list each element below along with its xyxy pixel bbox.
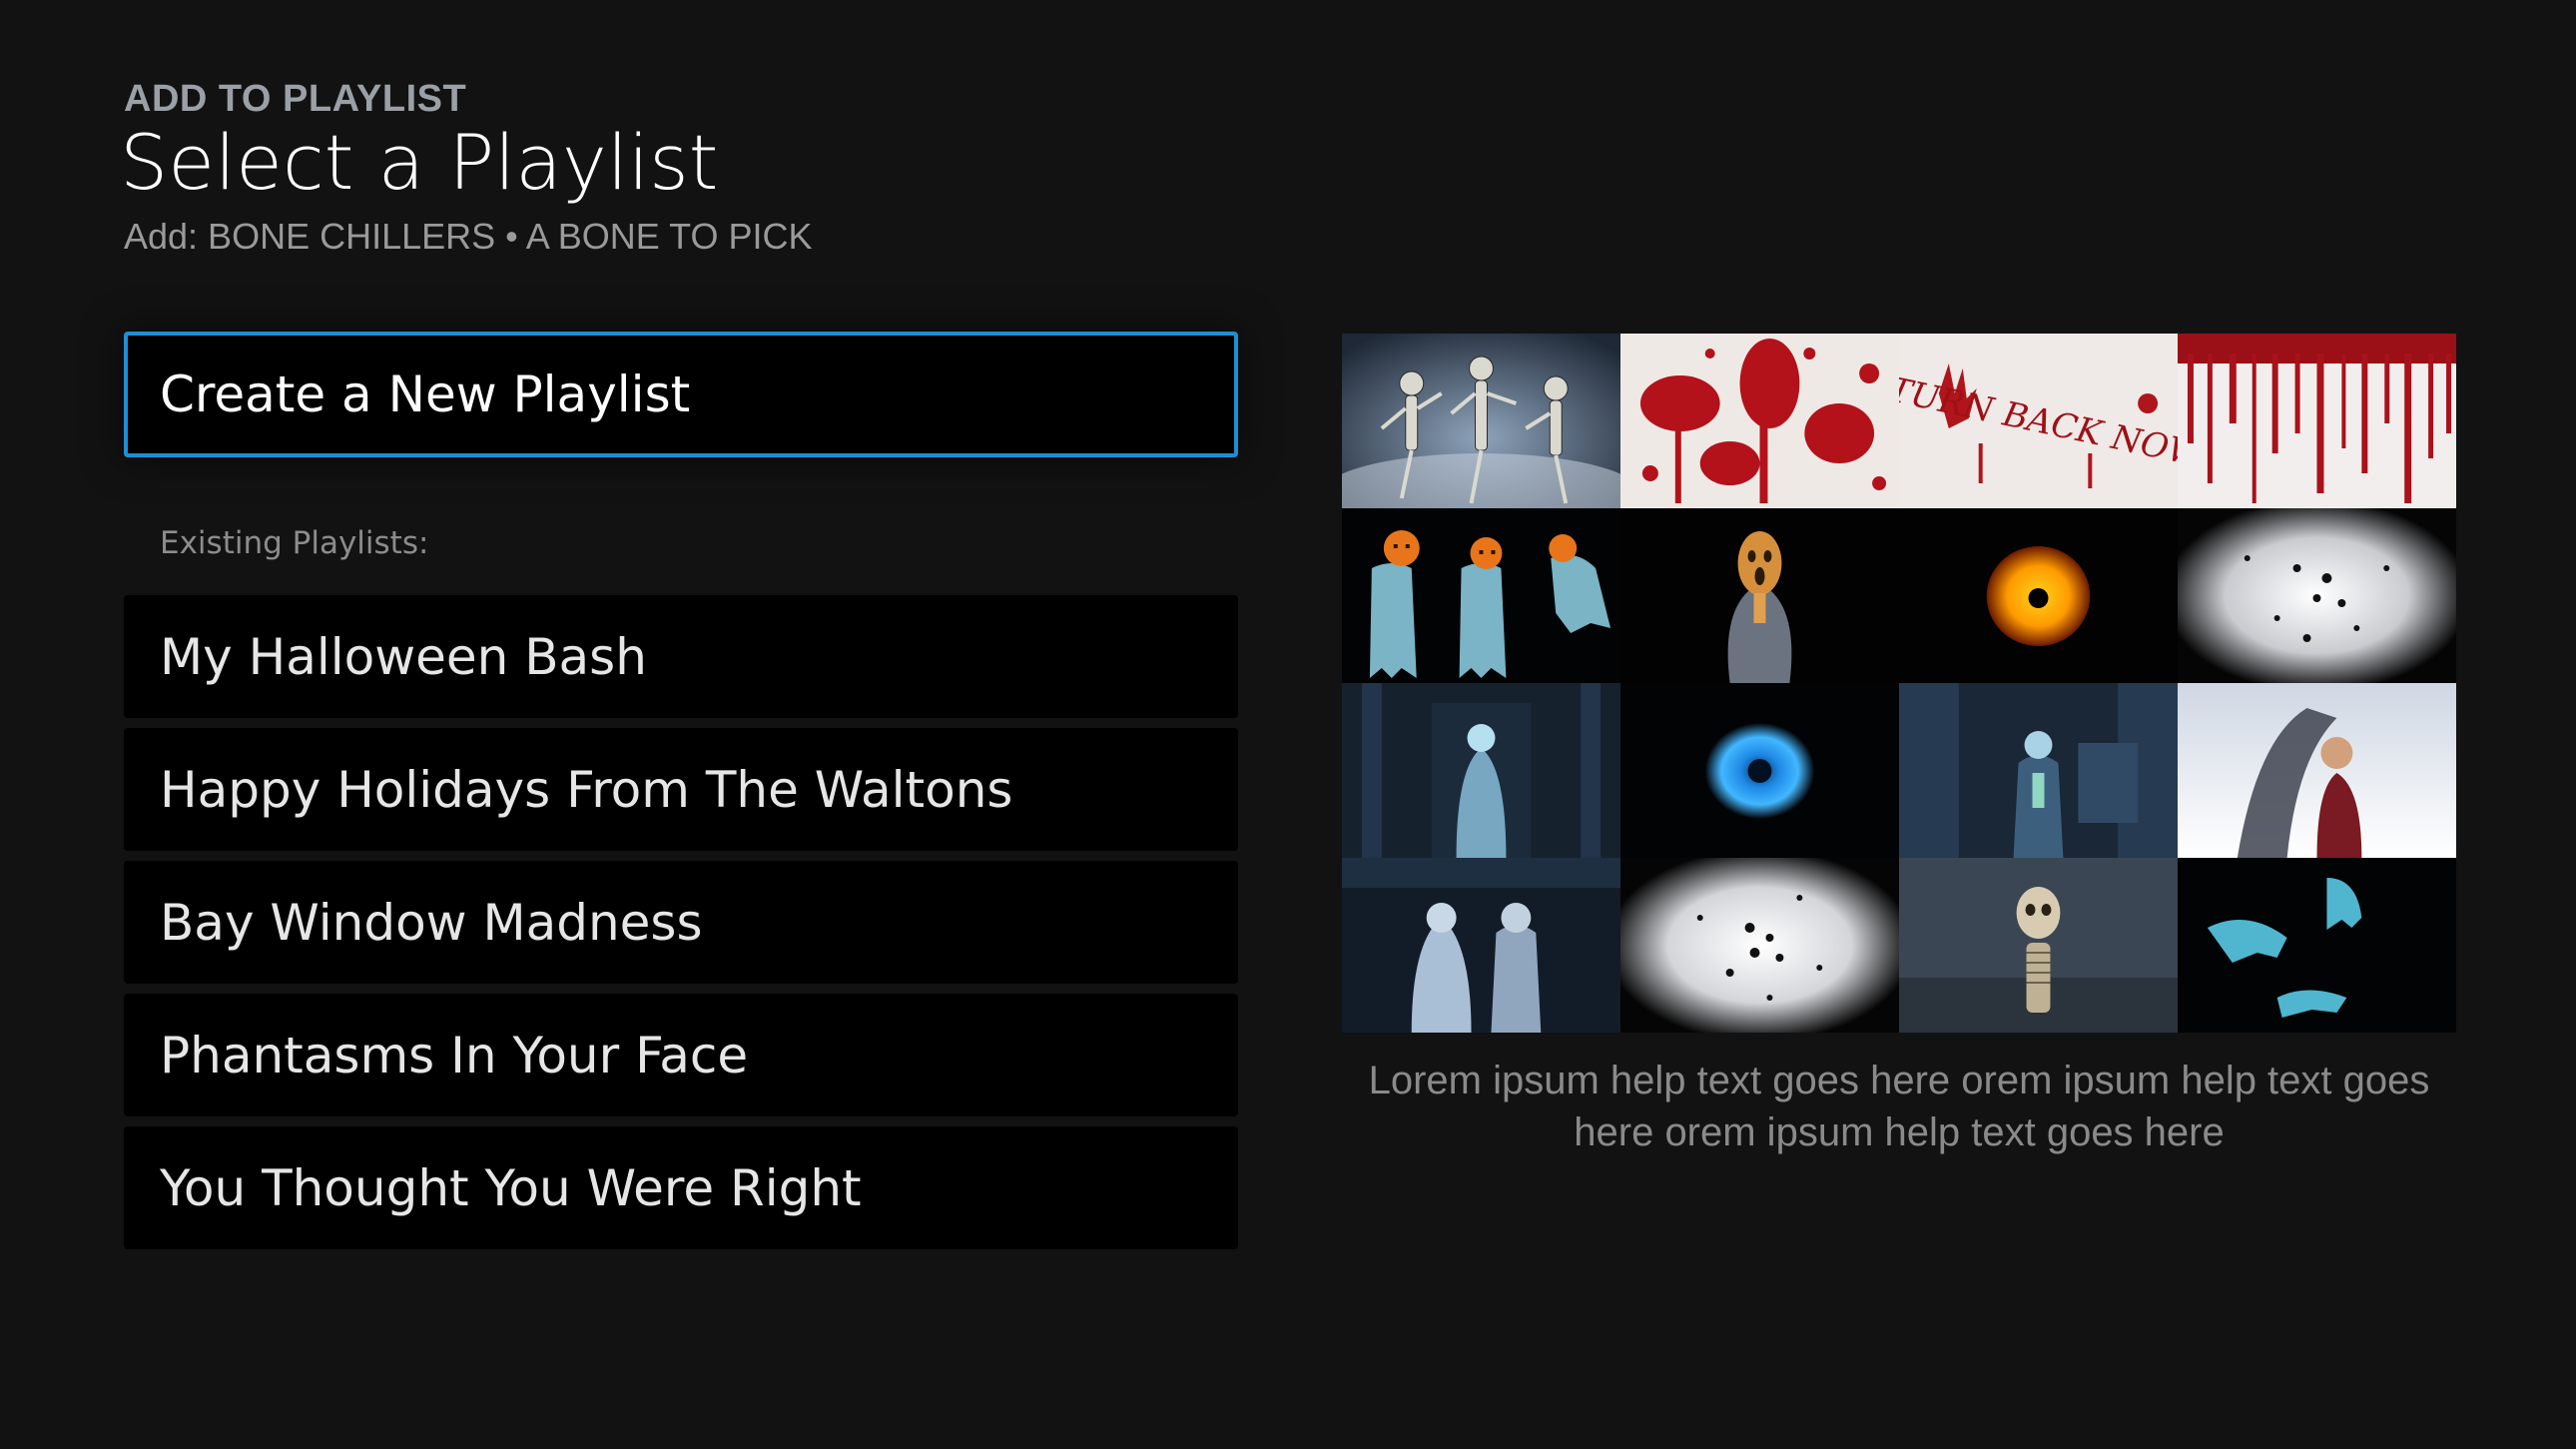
thumbnail-ghost-couple xyxy=(1342,858,1620,1033)
existing-playlists-label: Existing Playlists: xyxy=(160,525,429,561)
help-text: Lorem ipsum help text goes here orem ips… xyxy=(1368,1059,2430,1154)
thumbnail-pumpkin-ghosts xyxy=(1342,508,1620,683)
thumbnail-skeleton-portrait xyxy=(1899,858,2178,1033)
page-title: Select a Playlist xyxy=(120,118,719,207)
thumbnail-spiders-light-2 xyxy=(1620,858,1899,1033)
thumbnail-spiders-light xyxy=(2178,508,2456,683)
thumbnail-blood-drips xyxy=(2178,334,2456,508)
playlist-item[interactable]: Happy Holidays From The Waltons xyxy=(124,728,1238,851)
create-new-playlist-button[interactable]: Create a New Playlist xyxy=(124,332,1238,457)
thumbnail-screaming-ghost xyxy=(1620,508,1899,683)
thumbnail-orange-eye xyxy=(1899,508,2178,683)
thumbnail-ghost-man-room xyxy=(1899,683,2178,858)
playlist-item[interactable]: My Halloween Bash xyxy=(124,595,1238,718)
thumbnail-flying-ghosts xyxy=(2178,858,2456,1033)
thumbnail-woman-shadow xyxy=(2178,683,2456,858)
playlist-item[interactable]: Bay Window Madness xyxy=(124,861,1238,984)
screen-eyebrow: ADD TO PLAYLIST xyxy=(124,78,467,120)
add-to-playlist-screen: ADD TO PLAYLIST Select a Playlist Add: B… xyxy=(0,0,2576,1449)
existing-playlists: My Halloween Bash Happy Holidays From Th… xyxy=(124,595,1238,1249)
thumbnail-blood-splatter xyxy=(1620,334,1899,508)
thumbnail-blue-eye xyxy=(1620,683,1899,858)
thumbnail-skeletons-dancing xyxy=(1342,334,1620,508)
playlist-item[interactable]: Phantasms In Your Face xyxy=(124,994,1238,1116)
playlist-list: Create a New Playlist Existing Playlists… xyxy=(124,332,1238,1259)
page-subtitle: Add: BONE CHILLERS • A BONE TO PICK xyxy=(124,216,813,257)
thumbnail-turn-back-now: TURN BACK NOW xyxy=(1899,334,2178,508)
thumbnail-ghost-bride-hallway xyxy=(1342,683,1620,858)
preview-thumbnail-grid: TURN BACK NOW xyxy=(1342,334,2456,1033)
playlist-item[interactable]: You Thought You Were Right xyxy=(124,1126,1238,1249)
